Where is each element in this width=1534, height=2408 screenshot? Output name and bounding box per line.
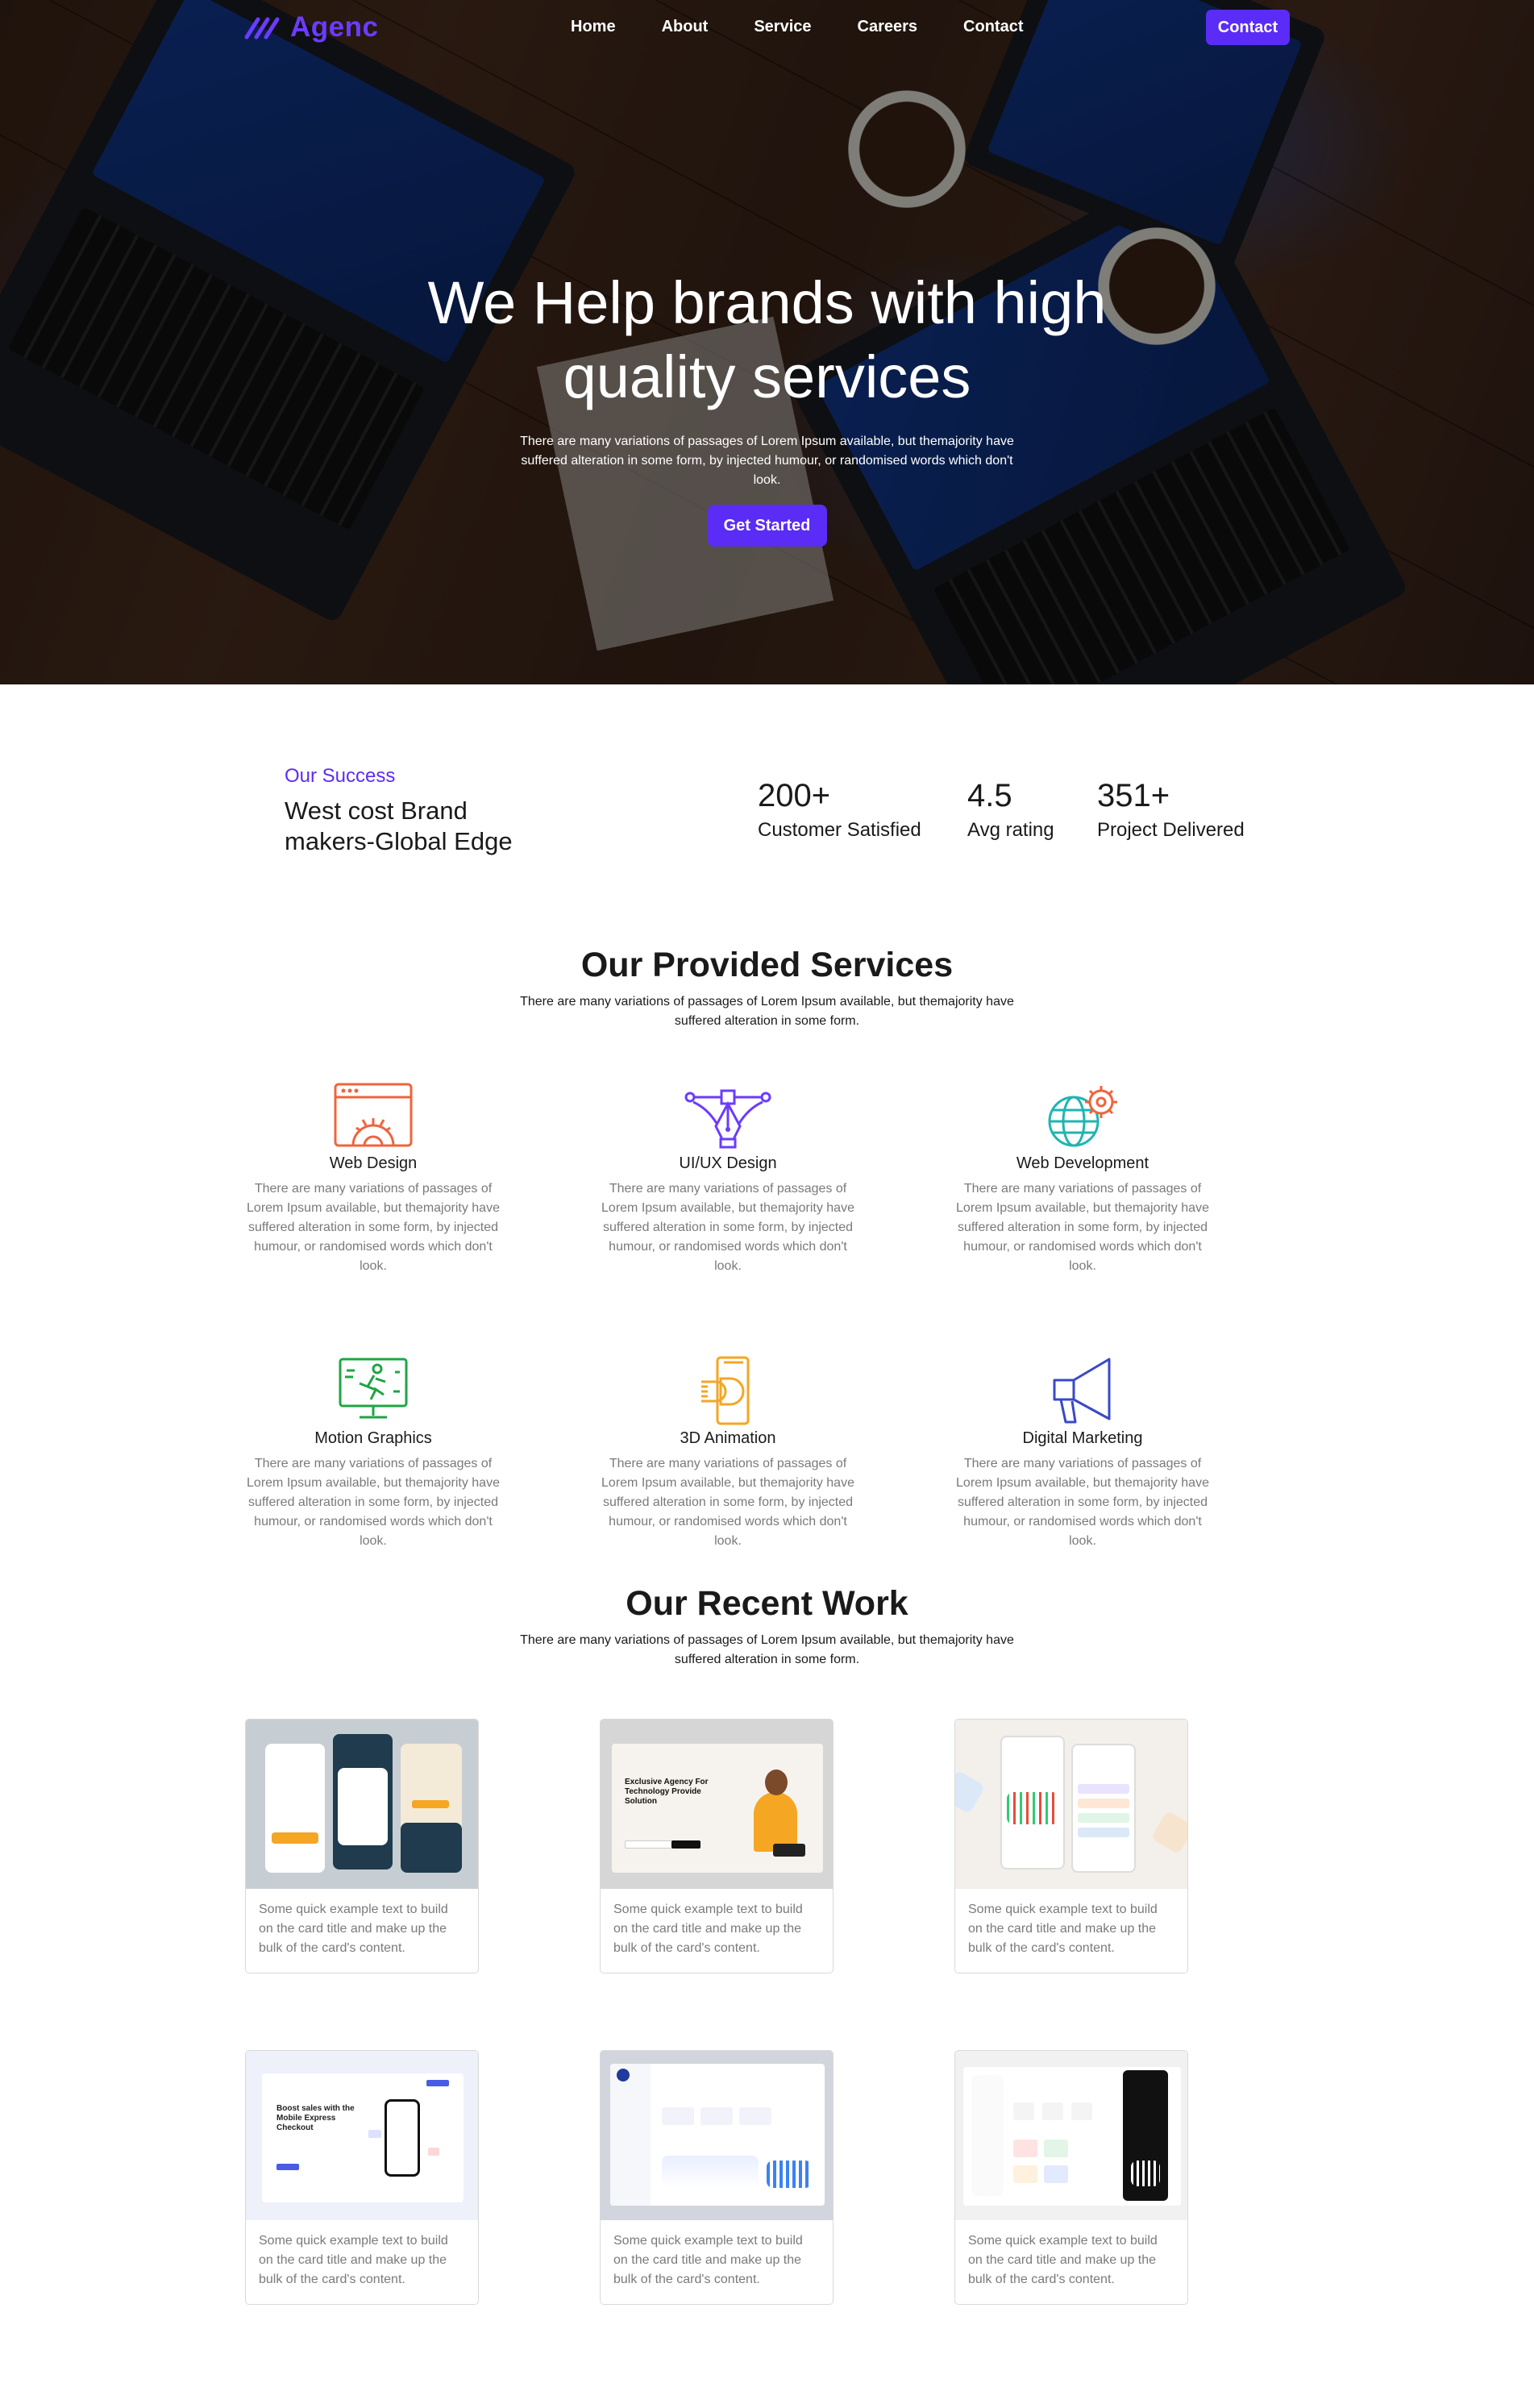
hero-content: We Help brands with high quality service… <box>0 266 1534 547</box>
work-card[interactable]: Some quick example text to build on the … <box>600 2050 834 2305</box>
globe-gear-icon <box>1048 1086 1117 1147</box>
service-description: There are many variations of passages of… <box>601 1457 854 1548</box>
nav-link-contact[interactable]: Contact <box>963 18 1023 36</box>
card-text: Some quick example text to build on the … <box>613 1903 803 1955</box>
stat-label: Customer Satisfied <box>758 819 921 841</box>
work-card[interactable]: Some quick example text to build on the … <box>954 2050 1188 2305</box>
web-design-icon <box>334 1083 413 1147</box>
nav-link-about[interactable]: About <box>662 18 709 36</box>
brand-name: Agenc <box>290 11 379 43</box>
navbar: Agenc Home About Service Careers Contact… <box>0 0 1534 55</box>
service-title: Web Development <box>1016 1154 1149 1172</box>
service-title: 3D Animation <box>680 1429 776 1447</box>
stat-value: 200+ <box>758 778 831 813</box>
stat-value: 351+ <box>1097 778 1170 813</box>
stat-value: 4.5 <box>967 778 1012 813</box>
stat-label: Project Delivered <box>1097 819 1245 841</box>
3d-box-icon <box>701 1356 750 1425</box>
card-text: Some quick example text to build on the … <box>259 2234 448 2286</box>
service-web-development[interactable]: Web Development There are many variation… <box>954 1079 1212 1276</box>
services-header: Our Provided Services There are many var… <box>0 944 1534 1031</box>
work-thumbnail <box>246 1720 478 1889</box>
service-description: There are many variations of passages of… <box>956 1182 1209 1273</box>
recent-work-section: Our Recent Work There are many variation… <box>0 1584 1534 2408</box>
stat-rating: 4.5 Avg rating <box>967 776 1054 842</box>
service-web-design[interactable]: Web Design There are many variations of … <box>244 1079 502 1276</box>
service-description: There are many variations of passages of… <box>601 1182 854 1273</box>
card-text: Some quick example text to build on the … <box>613 2234 803 2286</box>
work-header: Our Recent Work There are many variation… <box>0 1582 1534 1670</box>
hero-section: Agenc Home About Service Careers Contact… <box>0 0 1534 684</box>
service-title: UI/UX Design <box>679 1154 777 1172</box>
stat-projects: 351+ Project Delivered <box>1097 776 1245 842</box>
service-description: There are many variations of passages of… <box>247 1457 500 1548</box>
work-card[interactable]: Boost sales with the Mobile Express Chec… <box>245 2050 479 2305</box>
service-title: Web Design <box>329 1154 418 1172</box>
stat-label: Avg rating <box>967 819 1054 841</box>
card-text: Some quick example text to build on the … <box>968 1903 1158 1955</box>
thumbnail-heading: Boost sales with the Mobile Express Chec… <box>276 2104 355 2132</box>
work-thumbnail <box>955 1720 1187 1889</box>
service-3d-animation[interactable]: 3D Animation There are many variations o… <box>599 1354 857 1551</box>
work-card[interactable]: Some quick example text to build on the … <box>954 1719 1188 1973</box>
monitor-runner-icon <box>339 1358 408 1419</box>
work-thumbnail: Exclusive Agency For Technology Provide … <box>601 1720 833 1889</box>
nav-link-service[interactable]: Service <box>754 18 811 36</box>
work-subtitle: There are many variations of passages of… <box>520 1633 1014 1666</box>
work-card[interactable]: Some quick example text to build on the … <box>245 1719 479 1973</box>
service-title: Motion Graphics <box>314 1429 432 1447</box>
services-section: Our Provided Services There are many var… <box>0 910 1534 1602</box>
success-section: Our Success West cost Brand makers-Globa… <box>0 684 1534 910</box>
work-title: Our Recent Work <box>626 1584 908 1623</box>
logo-slashes-icon <box>244 17 280 40</box>
card-text: Some quick example text to build on the … <box>259 1903 448 1955</box>
service-motion-graphics[interactable]: Motion Graphics There are many variation… <box>244 1354 502 1551</box>
hero-title: We Help brands with high quality service… <box>427 269 1107 410</box>
success-title: West cost Brand makers-Global Edge <box>285 796 513 855</box>
brand-logo[interactable]: Agenc <box>243 11 378 44</box>
stat-customers: 200+ Customer Satisfied <box>758 776 921 842</box>
card-text: Some quick example text to build on the … <box>968 2234 1158 2286</box>
get-started-button[interactable]: Get Started <box>707 505 827 547</box>
service-description: There are many variations of passages of… <box>247 1182 500 1273</box>
nav-link-careers[interactable]: Careers <box>858 18 918 36</box>
pen-tool-icon <box>684 1089 771 1149</box>
service-title: Digital Marketing <box>1022 1429 1143 1447</box>
work-thumbnail: Boost sales with the Mobile Express Chec… <box>246 2051 478 2220</box>
services-title: Our Provided Services <box>580 946 954 984</box>
service-uiux-design[interactable]: UI/UX Design There are many variations o… <box>599 1079 857 1276</box>
contact-button[interactable]: Contact <box>1206 10 1290 45</box>
service-description: There are many variations of passages of… <box>956 1457 1209 1548</box>
megaphone-icon <box>1053 1358 1111 1424</box>
services-subtitle: There are many variations of passages of… <box>520 995 1014 1028</box>
nav-links: Home About Service Careers Contact <box>571 18 1069 36</box>
thumbnail-heading: Exclusive Agency For Technology Provide … <box>625 1778 709 1806</box>
work-thumbnail <box>955 2051 1187 2220</box>
service-digital-marketing[interactable]: Digital Marketing There are many variati… <box>954 1354 1212 1551</box>
work-thumbnail <box>601 2051 833 2220</box>
hero-subtitle: There are many variations of passages of… <box>520 435 1014 487</box>
nav-link-home[interactable]: Home <box>571 18 616 36</box>
work-card[interactable]: Exclusive Agency For Technology Provide … <box>600 1719 834 1973</box>
success-label: Our Success <box>285 765 396 787</box>
